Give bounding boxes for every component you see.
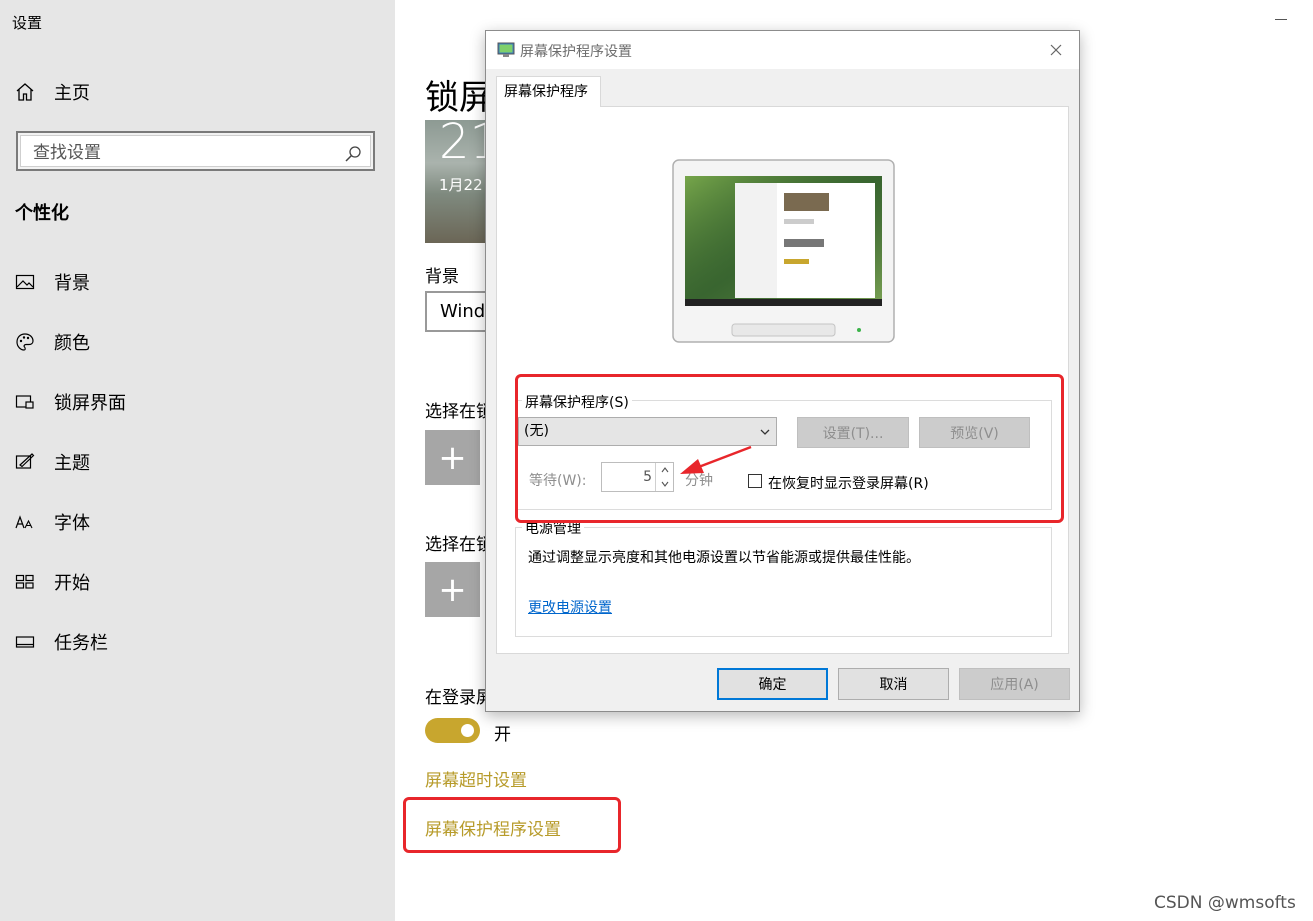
choose-detailed-status-label: 选择在锁 (425, 402, 493, 422)
palette-icon (0, 332, 54, 352)
sidebar-item-background[interactable]: 背景 (0, 262, 395, 302)
home-icon (0, 82, 54, 102)
sidebar-item-start[interactable]: 开始 (0, 562, 395, 602)
nav-home-label: 主页 (54, 83, 90, 104)
preview-date: 1月22 (439, 176, 483, 194)
toggle-knob (461, 724, 474, 737)
font-icon (0, 512, 54, 532)
highlight-annotation (515, 374, 1064, 523)
cancel-button[interactable]: 取消 (838, 668, 949, 700)
screen-timeout-link[interactable]: 屏幕超时设置 (425, 766, 527, 791)
sidebar-item-label: 字体 (54, 513, 90, 534)
sidebar-item-label: 主题 (54, 453, 90, 474)
sidebar-item-lock-screen[interactable]: 锁屏界面 (0, 382, 395, 422)
highlight-annotation (403, 797, 621, 853)
ok-button[interactable]: 确定 (717, 668, 828, 700)
add-quick-app-button[interactable]: + (425, 562, 480, 617)
sidebar-item-themes[interactable]: 主题 (0, 442, 395, 482)
search-input[interactable] (33, 136, 333, 170)
page-title: 锁屏 (425, 78, 493, 118)
sidebar-item-label: 颜色 (54, 333, 90, 354)
login-background-label: 在登录屏 (425, 688, 493, 708)
apply-button[interactable]: 应用(A) (959, 668, 1070, 700)
monitor-preview (672, 159, 895, 343)
close-icon[interactable] (1045, 39, 1067, 61)
search-box[interactable] (16, 131, 375, 171)
watermark: CSDN @wmsofts (1154, 893, 1296, 913)
settings-sidebar: 设置 主页 个性化 背景 颜色 锁屏界面 (0, 0, 395, 921)
sidebar-item-label: 锁屏界面 (54, 393, 126, 414)
power-management-group (515, 527, 1052, 637)
sidebar-item-label: 背景 (54, 273, 90, 294)
search-icon[interactable] (344, 145, 362, 163)
screensaver-dialog: 屏幕保护程序设置 屏幕保护程序 屏幕保护程序(S) (无) 设置(T)... 预… (485, 30, 1080, 712)
background-label: 背景 (425, 267, 459, 287)
sidebar-item-colors[interactable]: 颜色 (0, 322, 395, 362)
toggle-state-label: 开 (494, 725, 511, 745)
display-icon (497, 42, 515, 57)
section-heading-personalization: 个性化 (15, 203, 69, 224)
login-background-toggle[interactable] (425, 718, 480, 743)
sidebar-item-label: 开始 (54, 573, 90, 594)
theme-icon (0, 452, 54, 472)
preview-time: 21 (439, 120, 487, 170)
choose-quick-status-label: 选择在锁 (425, 535, 493, 555)
tab-screensaver[interactable]: 屏幕保护程序 (496, 76, 601, 107)
add-detailed-app-button[interactable]: + (425, 430, 480, 485)
sidebar-item-label: 任务栏 (54, 633, 108, 654)
lock-screen-icon (0, 392, 54, 412)
minimize-icon[interactable] (1275, 19, 1287, 20)
image-icon (0, 272, 54, 292)
taskbar-icon (0, 632, 54, 652)
lock-screen-preview: 21 1月22 (425, 120, 487, 243)
sidebar-item-taskbar[interactable]: 任务栏 (0, 622, 395, 662)
sidebar-item-fonts[interactable]: 字体 (0, 502, 395, 542)
change-power-settings-link[interactable]: 更改电源设置 (528, 597, 612, 617)
dialog-title: 屏幕保护程序设置 (520, 44, 632, 60)
plus-icon: + (438, 437, 467, 478)
power-description: 通过调整显示亮度和其他电源设置以节省能源或提供最佳性能。 (528, 550, 920, 566)
app-title: 设置 (12, 14, 43, 32)
plus-icon: + (438, 569, 467, 610)
dialog-titlebar[interactable]: 屏幕保护程序设置 (486, 31, 1079, 69)
start-icon (0, 572, 54, 592)
nav-home[interactable]: 主页 (0, 72, 395, 112)
